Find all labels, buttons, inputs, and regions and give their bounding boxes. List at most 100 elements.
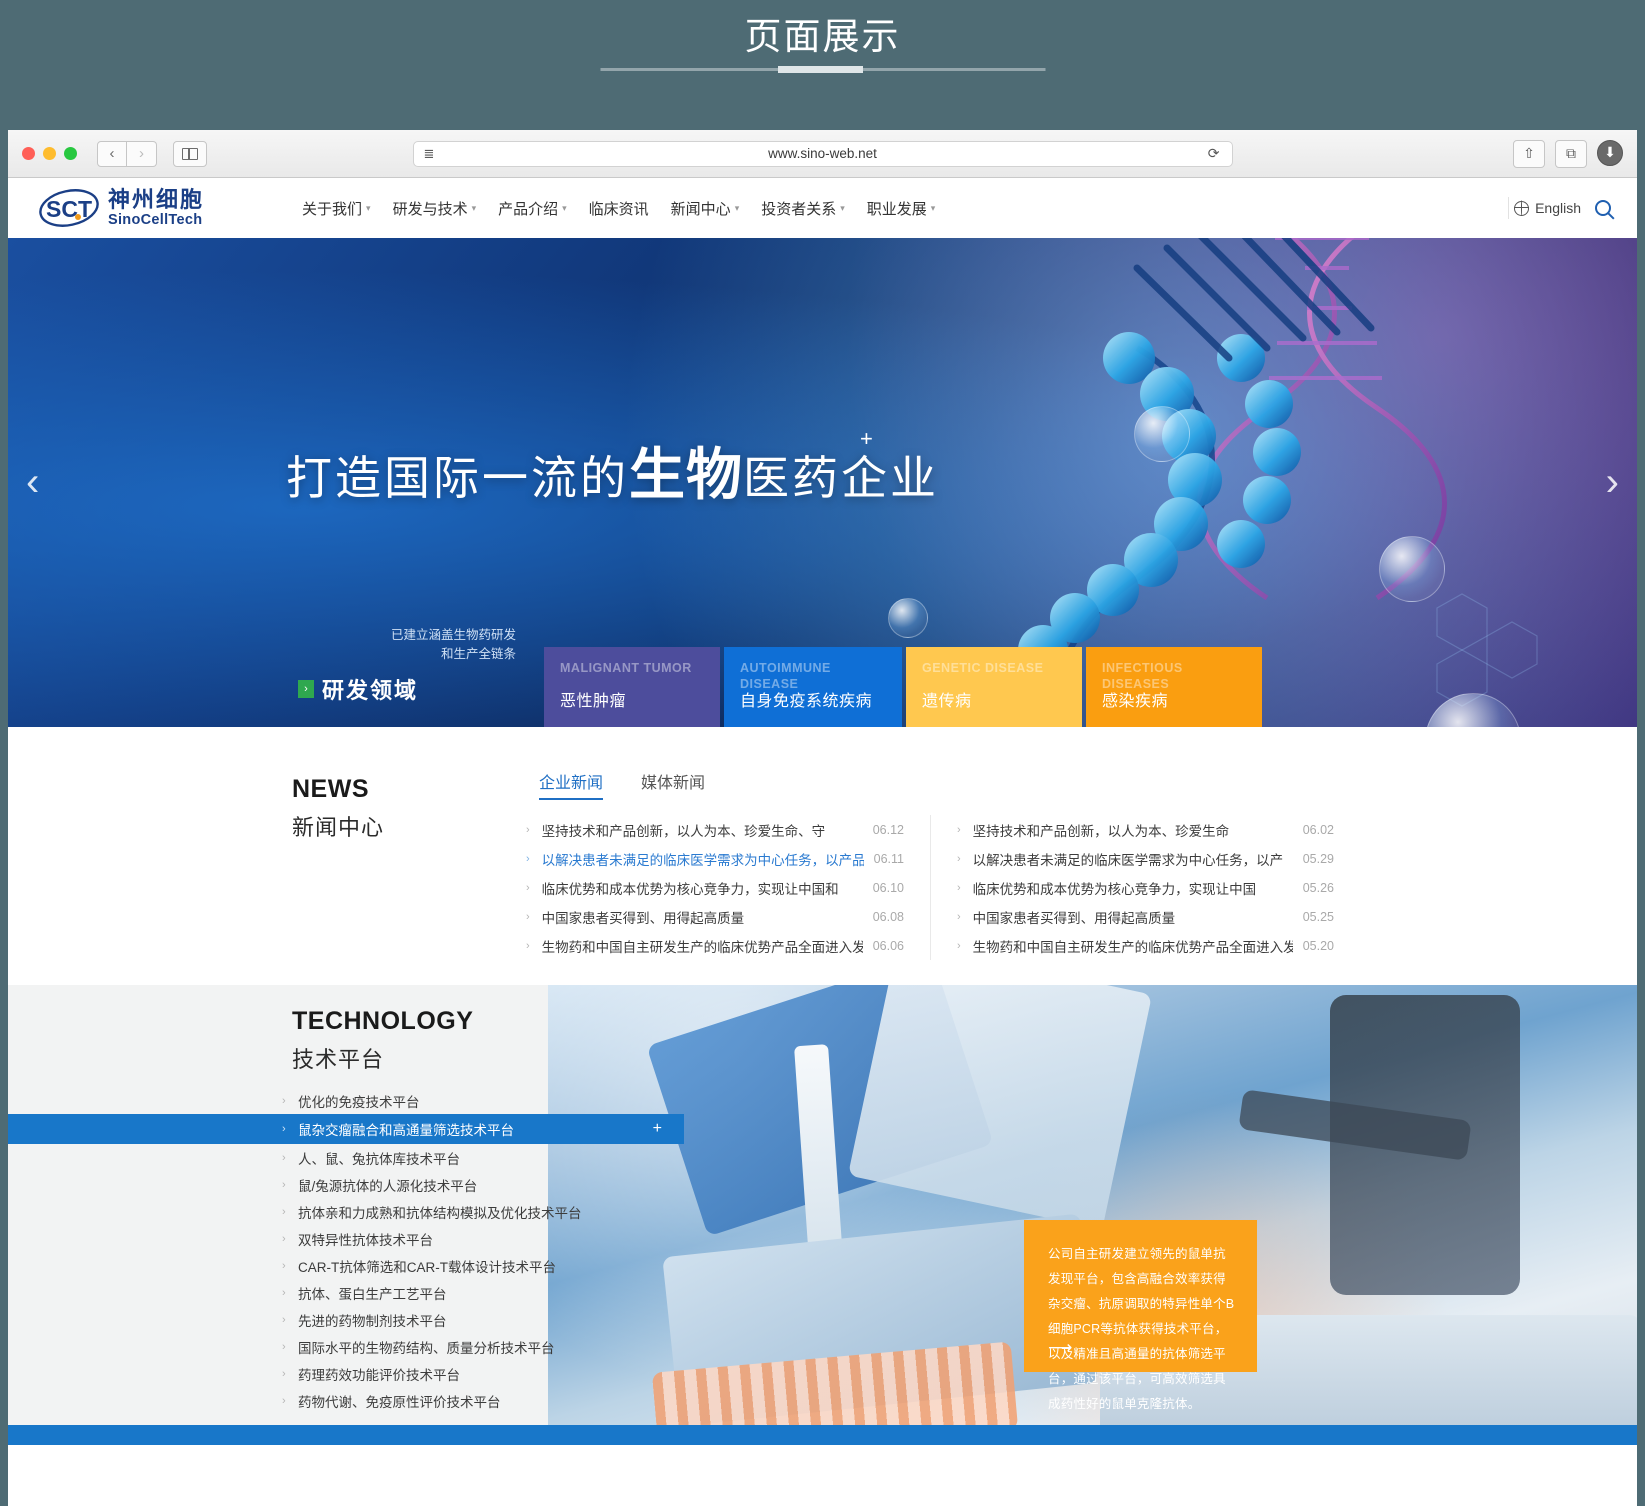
- news-item[interactable]: › 坚持技术和产品创新，以人为本、珍爱生命、守 06.12: [526, 815, 904, 844]
- hero-sub-line-1: 已建立涵盖生物药研发: [390, 628, 516, 642]
- news-item[interactable]: › 临床优势和成本优势为核心竞争力，实现让中国和 06.10: [526, 873, 904, 902]
- tech-item[interactable]: › 药物代谢、免疫原性评价技术平台: [8, 1387, 548, 1414]
- tile-autoimmune-disease[interactable]: AUTOIMMUNE DISEASE 自身免疫系统疾病: [724, 647, 902, 727]
- downloads-button[interactable]: ⬇: [1597, 139, 1623, 166]
- tech-item[interactable]: › 抗体、蛋白生产工艺平台: [8, 1279, 548, 1306]
- technology-callout-card: 公司自主研发建立领先的鼠单抗发现平台，包含高融合效率获得杂交瘤、抗原调取的特异性…: [1024, 1220, 1257, 1411]
- tile-infectious-diseases[interactable]: INFECTIOUS DISEASES 感染疾病: [1086, 647, 1262, 727]
- news-item[interactable]: › 以解决患者未满足的临床医学需求为中心任务，以产品 06.11: [526, 844, 904, 873]
- hero-title-pre: 打造国际一流的: [286, 452, 629, 504]
- tabs-button[interactable]: ⧉: [1555, 139, 1587, 168]
- menu-item-about[interactable]: 关于我们 ▾: [302, 198, 371, 219]
- hero-cta-label: 研发领域: [322, 677, 419, 703]
- chevron-right-icon: ›: [282, 1259, 286, 1272]
- tech-item-active[interactable]: › 鼠杂交瘤融合和高通量筛选技术平台 +: [8, 1114, 684, 1144]
- news-item[interactable]: › 生物药和中国自主研发生产的临床优势产品全面进入发 05.20: [957, 931, 1334, 960]
- callout-more-arrow[interactable]: ⟶: [1048, 1338, 1072, 1358]
- tech-item[interactable]: › 双特异性抗体技术平台: [8, 1225, 548, 1252]
- news-heading-cn: 新闻中心: [292, 815, 385, 840]
- forward-button[interactable]: ›: [127, 140, 157, 167]
- tab-company-news[interactable]: 企业新闻: [539, 769, 604, 800]
- chevron-right-icon: ›: [282, 1123, 286, 1135]
- news-item[interactable]: › 生物药和中国自主研发生产的临床优势产品全面进入发达国 06.06: [526, 931, 904, 960]
- hero-title-accent: 生物: [629, 443, 743, 506]
- tile-cn-label: 自身免疫系统疾病: [740, 693, 873, 710]
- tile-cn-label: 遗传病: [922, 693, 972, 710]
- technology-section: TECHNOLOGY 技术平台 › 优化的免疫技术平台 › 鼠杂交瘤融合和高通量…: [8, 985, 1637, 1445]
- hero-prev-arrow[interactable]: ‹: [26, 460, 39, 505]
- reload-icon[interactable]: ⟳: [1208, 145, 1220, 162]
- news-item-title: 坚持技术和产品创新，以人为本、珍爱生命、守: [541, 823, 826, 839]
- sct-logo-icon: SCT: [38, 186, 100, 230]
- chevron-right-icon: ›: [957, 939, 961, 952]
- tech-item[interactable]: › CAR-T抗体筛选和CAR-T载体设计技术平台: [8, 1252, 556, 1279]
- tile-en-label: GENETIC DISEASE: [922, 661, 1044, 675]
- news-item-date: 06.02: [1302, 822, 1334, 837]
- bubble-decoration: [1379, 536, 1445, 602]
- title-divider-highlight: [777, 66, 863, 73]
- navigation-buttons[interactable]: ‹ ›: [97, 140, 157, 167]
- chevron-right-icon: ›: [526, 910, 530, 923]
- menu-item-careers[interactable]: 职业发展 ▾: [867, 198, 936, 219]
- news-item-date: 06.10: [872, 880, 904, 895]
- page-title: 页面展示: [744, 16, 901, 57]
- tech-item[interactable]: › 先进的药物制剂技术平台: [8, 1306, 548, 1333]
- plus-icon[interactable]: +: [653, 1120, 662, 1138]
- chevron-down-icon: ▾: [840, 202, 845, 213]
- tech-item[interactable]: › 鼠/兔源抗体的人源化技术平台: [8, 1171, 548, 1198]
- news-item[interactable]: › 以解决患者未满足的临床医学需求为中心任务，以产 05.29: [957, 844, 1334, 873]
- hero-next-arrow[interactable]: ›: [1606, 460, 1619, 505]
- menu-item-rnd[interactable]: 研发与技术 ▾: [393, 198, 477, 219]
- tech-item[interactable]: › 药理药效功能评价技术平台: [8, 1360, 548, 1387]
- share-button[interactable]: ⇧: [1513, 139, 1545, 168]
- tile-en-label: MALIGNANT TUMOR: [560, 661, 692, 675]
- news-item-title: 以解决患者未满足的临床医学需求为中心任务，以产: [972, 852, 1284, 868]
- sidebar-toggle-button[interactable]: [173, 140, 207, 167]
- news-columns: › 坚持技术和产品创新，以人为本、珍爱生命、守 06.12 › 以解决患者未满足…: [526, 815, 1334, 960]
- reader-view-icon[interactable]: ≣: [424, 147, 435, 160]
- chevron-right-icon: ›: [526, 939, 530, 952]
- close-window-button[interactable]: [22, 147, 35, 160]
- language-label: English: [1535, 200, 1581, 216]
- chevron-right-icon: ›: [282, 1367, 286, 1380]
- tech-item-label: 先进的药物制剂技术平台: [298, 1313, 447, 1329]
- tile-genetic-disease[interactable]: GENETIC DISEASE 遗传病: [906, 647, 1082, 727]
- menu-item-products[interactable]: 产品介绍 ▾: [498, 198, 567, 219]
- tech-item-label: 双特异性抗体技术平台: [298, 1232, 433, 1248]
- hero-plus-mark: +: [860, 426, 873, 451]
- news-item-title: 坚持技术和产品创新，以人为本、珍爱生命: [972, 823, 1230, 839]
- back-button[interactable]: ‹: [97, 140, 127, 167]
- tech-item[interactable]: › 优化的免疫技术平台: [8, 1087, 548, 1114]
- menu-label: 职业发展: [866, 200, 927, 218]
- chevron-right-icon: ›: [526, 823, 530, 836]
- tech-item-label: 鼠/兔源抗体的人源化技术平台: [298, 1178, 478, 1194]
- news-item[interactable]: › 临床优势和成本优势为核心竞争力，实现让中国 05.26: [957, 873, 1334, 902]
- tab-media-news[interactable]: 媒体新闻: [641, 769, 705, 800]
- menu-item-news[interactable]: 新闻中心 ▾: [671, 198, 740, 219]
- menu-item-investors[interactable]: 投资者关系 ▾: [761, 198, 845, 219]
- news-item[interactable]: › 中国家患者买得到、用得起高质量 05.25: [957, 902, 1334, 931]
- window-controls[interactable]: [22, 147, 77, 160]
- tech-item-label: 药物代谢、免疫原性评价技术平台: [298, 1394, 501, 1410]
- technology-platform-list: › 优化的免疫技术平台 › 鼠杂交瘤融合和高通量筛选技术平台 + › 人、鼠、兔…: [8, 1087, 684, 1414]
- maximize-window-button[interactable]: [64, 147, 77, 160]
- tile-malignant-tumor[interactable]: MALIGNANT TUMOR 恶性肿瘤: [544, 647, 720, 727]
- chevron-down-icon: ▾: [930, 202, 936, 213]
- minimize-window-button[interactable]: [43, 147, 56, 160]
- news-item[interactable]: › 中国家患者买得到、用得起高质量 06.08: [526, 902, 904, 931]
- menu-item-clinical[interactable]: 临床资讯: [589, 198, 649, 219]
- tech-item[interactable]: › 人、鼠、兔抗体库技术平台: [8, 1144, 548, 1171]
- tech-item[interactable]: › 抗体亲和力成熟和抗体结构模拟及优化技术平台: [8, 1198, 582, 1225]
- tech-item-label: 抗体、蛋白生产工艺平台: [298, 1286, 447, 1302]
- tech-item[interactable]: › 国际水平的生物药结构、质量分析技术平台: [8, 1333, 555, 1360]
- news-item[interactable]: › 坚持技术和产品创新，以人为本、珍爱生命 06.02: [957, 815, 1334, 844]
- nav-divider: [1508, 197, 1509, 219]
- browser-window: ‹ › ≣ www.sino-web.net ⟳ ⇧ ⧉ ⬇ SCT 神州细胞 …: [8, 130, 1637, 1506]
- research-area-tiles: MALIGNANT TUMOR 恶性肿瘤 AUTOIMMUNE DISEASE …: [544, 647, 1262, 727]
- site-logo[interactable]: SCT 神州细胞 SinoCellTech: [38, 186, 204, 230]
- site-navigation-bar: SCT 神州细胞 SinoCellTech 关于我们 ▾ 研发与技术 ▾ 产品介…: [8, 178, 1637, 238]
- address-bar[interactable]: ≣ www.sino-web.net ⟳: [412, 140, 1233, 167]
- search-icon[interactable]: [1595, 200, 1611, 216]
- hero-cta[interactable]: › 研发领域: [286, 673, 516, 705]
- language-switcher[interactable]: English: [1513, 200, 1581, 216]
